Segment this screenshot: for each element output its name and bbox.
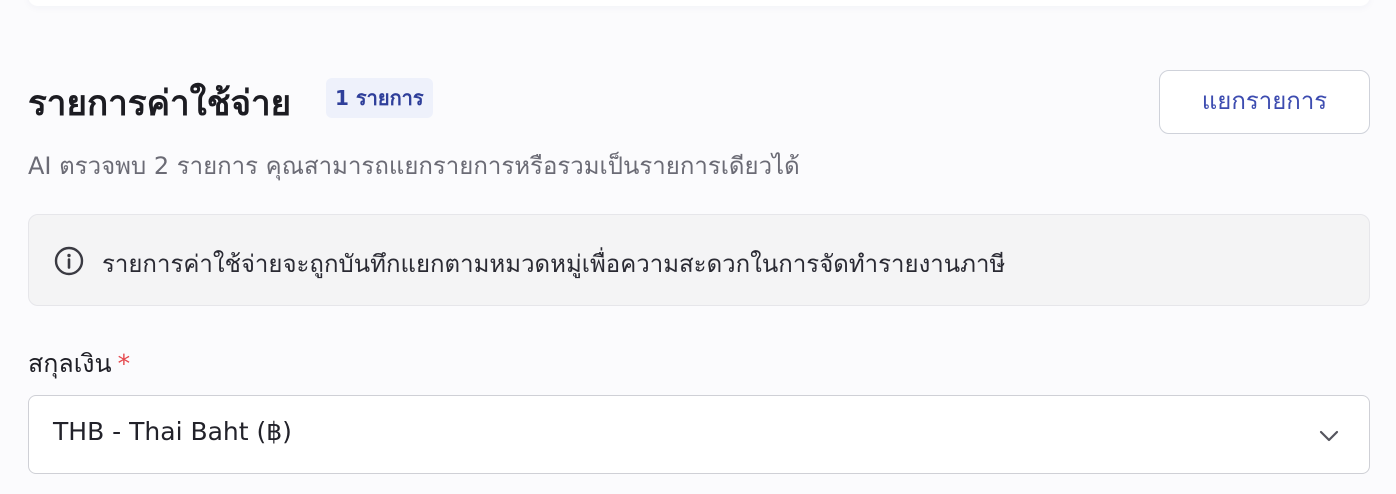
info-text: รายการค่าใช้จ่ายจะถูกบันทึกแยกตามหมวดหมู… <box>102 250 1006 278</box>
section-title: รายการค่าใช้จ่าย <box>28 84 292 124</box>
currency-label-text: สกุลเงิน <box>28 349 112 378</box>
info-circle-icon <box>54 246 84 276</box>
expense-header: รายการค่าใช้จ่าย 1 รายการ แยกรายการ <box>28 70 1370 134</box>
chevron-down-icon <box>1319 430 1339 442</box>
section-subtitle: AI ตรวจพบ 2 รายการ คุณสามารถแยกรายการหรื… <box>28 152 800 180</box>
split-items-button[interactable]: แยกรายการ <box>1159 70 1370 134</box>
required-mark: * <box>117 349 131 378</box>
currency-select[interactable]: THB - Thai Baht (฿) <box>28 395 1370 474</box>
currency-label: สกุลเงิน * <box>28 344 130 384</box>
info-banner: รายการค่าใช้จ่ายจะถูกบันทึกแยกตามหมวดหมู… <box>28 214 1370 306</box>
item-count-badge: 1 รายการ <box>326 78 433 118</box>
currency-selected-value: THB - Thai Baht (฿) <box>53 417 292 446</box>
previous-card <box>28 0 1370 6</box>
